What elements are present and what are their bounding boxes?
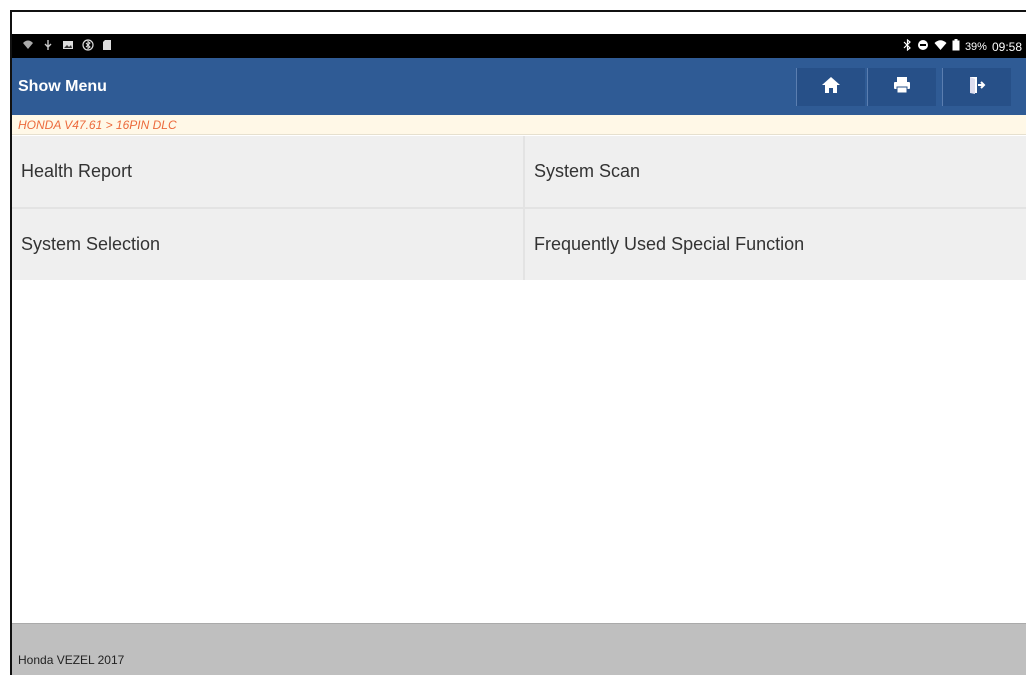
wifi-icon: [934, 39, 947, 54]
status-right-icons: 39% 09:58: [903, 38, 1022, 54]
app-window: 39% 09:58 Show Menu HONDA V47.61 > 16PIN…: [10, 10, 1026, 675]
exit-icon: [967, 75, 987, 100]
exit-button[interactable]: [942, 68, 1011, 106]
title-bar: Show Menu: [12, 58, 1026, 115]
bluetooth-icon: [903, 38, 912, 54]
bluetooth-icon: [82, 39, 94, 54]
sd-card-icon: [102, 39, 112, 54]
page-title: Show Menu: [18, 78, 107, 95]
footer-bar: Honda VEZEL 2017: [12, 623, 1026, 675]
breadcrumb: HONDA V47.61 > 16PIN DLC: [12, 115, 1026, 135]
menu-item-health-report[interactable]: Health Report: [12, 136, 523, 207]
print-button[interactable]: [867, 68, 936, 106]
print-icon: [892, 75, 912, 100]
vehicle-info: Honda VEZEL 2017: [18, 653, 125, 667]
menu-item-special-function[interactable]: Frequently Used Special Function: [525, 209, 1026, 280]
do-not-disturb-icon: [917, 39, 929, 54]
status-left-icons: [22, 39, 112, 54]
function-menu: Health Report System Scan System Selecti…: [12, 136, 1026, 280]
status-bar: 39% 09:58: [12, 34, 1026, 58]
usb-icon: [42, 39, 54, 54]
menu-item-system-selection[interactable]: System Selection: [12, 209, 523, 280]
home-icon: [821, 75, 841, 100]
clock: 09:58: [991, 39, 1022, 54]
battery-icon: [952, 39, 960, 54]
wifi-icon: [22, 39, 34, 54]
battery-percent: 39%: [964, 40, 987, 53]
home-button[interactable]: [796, 68, 865, 106]
menu-item-system-scan[interactable]: System Scan: [525, 136, 1026, 207]
image-icon: [62, 39, 74, 54]
